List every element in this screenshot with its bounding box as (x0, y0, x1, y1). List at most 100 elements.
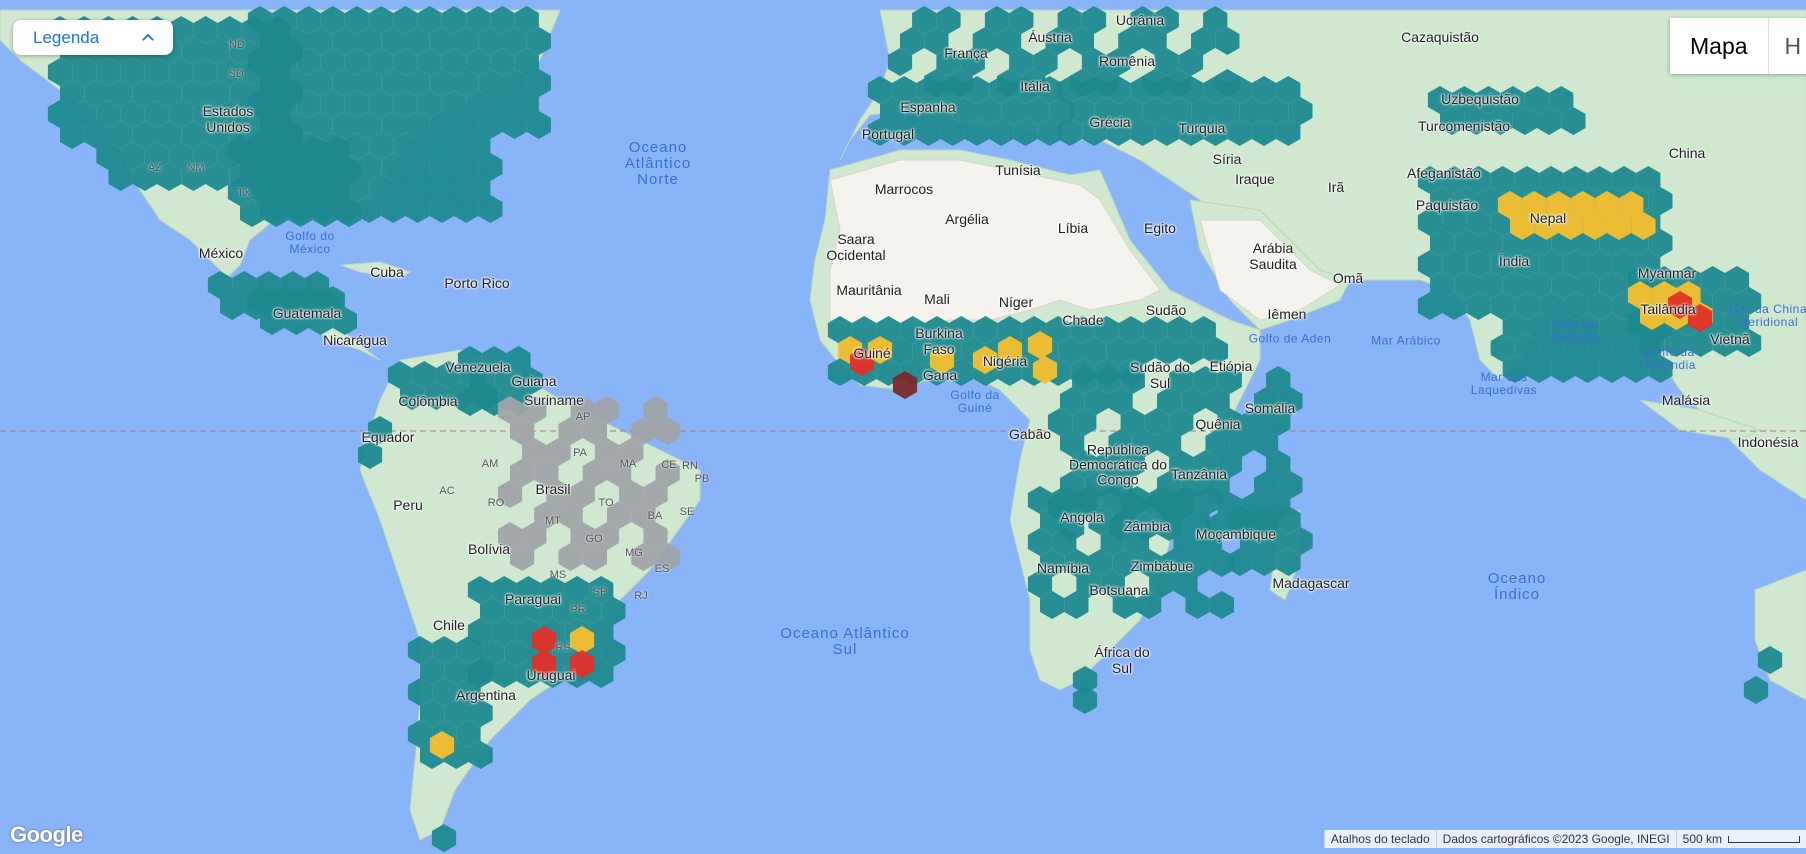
water-label: Golfo do México (285, 229, 335, 256)
map-label: Colômbia (398, 393, 458, 409)
map-label: Itália (1020, 78, 1050, 94)
map-label: Etiópia (1209, 358, 1253, 374)
map-label: Níger (998, 294, 1034, 310)
chevron-up-icon (142, 33, 154, 41)
state-label: AZ (147, 162, 163, 174)
map-label: Venezuela (445, 359, 511, 375)
map-label: Porto Rico (444, 275, 510, 291)
map-label: Índia (1498, 253, 1530, 269)
map-label: Síria (1212, 151, 1242, 167)
map-label: Somália (1244, 400, 1296, 416)
water-label: Mar das Laquedivas (1470, 370, 1538, 397)
hex-cell (1743, 676, 1769, 704)
water-label: Oceano Atlântico Norte (624, 139, 692, 188)
map-data-credits: Dados cartográficos ©2023 Google, INEGI (1435, 830, 1676, 848)
map-label: Nigéria (982, 353, 1028, 369)
state-label: PB (694, 473, 710, 485)
state-label: RJ (634, 590, 648, 602)
state-label: AC (439, 485, 455, 497)
map-footer: Atalhos do teclado Dados cartográficos ©… (1323, 830, 1806, 848)
map-label: Ucrânia (1115, 12, 1165, 28)
hex-cell (1209, 591, 1234, 619)
map-label: Moçambique (1195, 526, 1277, 542)
map-label: Bolívia (467, 541, 511, 557)
map-label: Peru (393, 497, 423, 513)
map-label: Gana (922, 367, 958, 383)
map-label: Guiné (853, 345, 891, 361)
map-label: Turcomenistão (1417, 118, 1511, 134)
map-label: Suriname (524, 392, 584, 408)
map-label: Guatemala (272, 305, 342, 321)
map-label: Zimbábue (1130, 558, 1194, 574)
legend-button[interactable]: Legenda (13, 20, 173, 55)
map-label: Nicarágua (323, 332, 387, 348)
map-label: Paquistão (1415, 197, 1479, 213)
state-label: TO (598, 497, 614, 509)
map-label: Tunísia (995, 162, 1041, 178)
map-label: Mauritânia (836, 282, 902, 298)
state-label: TX (236, 187, 252, 199)
map-label: Guiana (511, 373, 557, 389)
state-label: MT (545, 515, 561, 527)
map-label: Egito (1144, 220, 1176, 236)
map-label: Sudão (1145, 302, 1187, 318)
map-label: Argentina (456, 687, 516, 703)
map-label: Myanmar (1637, 265, 1697, 281)
map-label: Burkina Faso (915, 325, 963, 357)
map-label: Botsuana (1089, 582, 1149, 598)
map-label: Vietnã (1710, 331, 1750, 347)
map-label: Arábia Saudita (1249, 240, 1297, 272)
state-label: ES (654, 563, 670, 575)
state-label: PA (573, 447, 587, 459)
map-label: Espanha (900, 99, 956, 115)
state-label: GO (585, 533, 603, 545)
state-label: NM (187, 162, 205, 174)
water-label: Golfo da Tailândia (1644, 345, 1696, 372)
map-type-map-button[interactable]: Mapa (1670, 18, 1768, 74)
state-label: BA (647, 510, 663, 522)
legend-label: Legenda (33, 27, 100, 47)
map-label: Madagascar (1272, 575, 1350, 591)
map-label: Zâmbia (1123, 518, 1171, 534)
map-label: Iêmen (1267, 306, 1307, 322)
google-logo[interactable]: Google (10, 822, 83, 848)
state-label: MS (549, 569, 567, 581)
map-label: Grécia (1089, 114, 1131, 130)
map-label: Namíbia (1036, 560, 1090, 576)
map-label: República Democrática do Congo (1068, 441, 1168, 488)
map-label: Romênia (1098, 53, 1156, 69)
state-label: CE (661, 459, 677, 471)
map-label: Gabão (1008, 426, 1052, 442)
water-label: Mar da China Meridional (1728, 302, 1806, 329)
scale-bar (1728, 836, 1800, 844)
map-label: Tailândia (1640, 301, 1696, 317)
scale-label: 500 km (1682, 832, 1722, 846)
map-label: Estados Unidos (202, 103, 254, 135)
map-label: Sudão do Sul (1130, 359, 1190, 391)
map-label: Angola (1060, 509, 1104, 525)
map-label: Indonésia (1737, 434, 1799, 450)
state-label: ND (229, 39, 245, 51)
map-label: Mali (924, 291, 950, 307)
map-label: Brasil (535, 481, 571, 497)
map-label: Saara Ocidental (826, 231, 886, 263)
keyboard-shortcuts-link[interactable]: Atalhos do teclado (1323, 830, 1436, 848)
state-label: MG (625, 547, 643, 559)
map-label: Tanzânia (1170, 466, 1228, 482)
scale-indicator[interactable]: 500 km (1675, 830, 1806, 848)
hexbin-layer (47, 6, 1783, 852)
map-label: Líbia (1057, 220, 1089, 236)
map-label: Iraque (1235, 171, 1275, 187)
map-label: Uruguai (526, 667, 576, 683)
state-label: RN (682, 460, 698, 472)
map-label: Uzbequistão (1441, 91, 1519, 107)
state-label: SE (679, 506, 695, 518)
map-label: Chade (1062, 312, 1104, 328)
map-label: Turquia (1178, 120, 1226, 136)
map-label: Irã (1327, 179, 1345, 195)
map-canvas[interactable]: Ucrânia Cazaquistão Áustria França Romên… (0, 0, 1806, 854)
map-type-hybrid-button[interactable]: H (1767, 18, 1806, 74)
map-label: França (944, 45, 988, 61)
map-label: Nepal (1529, 210, 1567, 226)
water-label: Oceano Índico (1487, 570, 1547, 603)
